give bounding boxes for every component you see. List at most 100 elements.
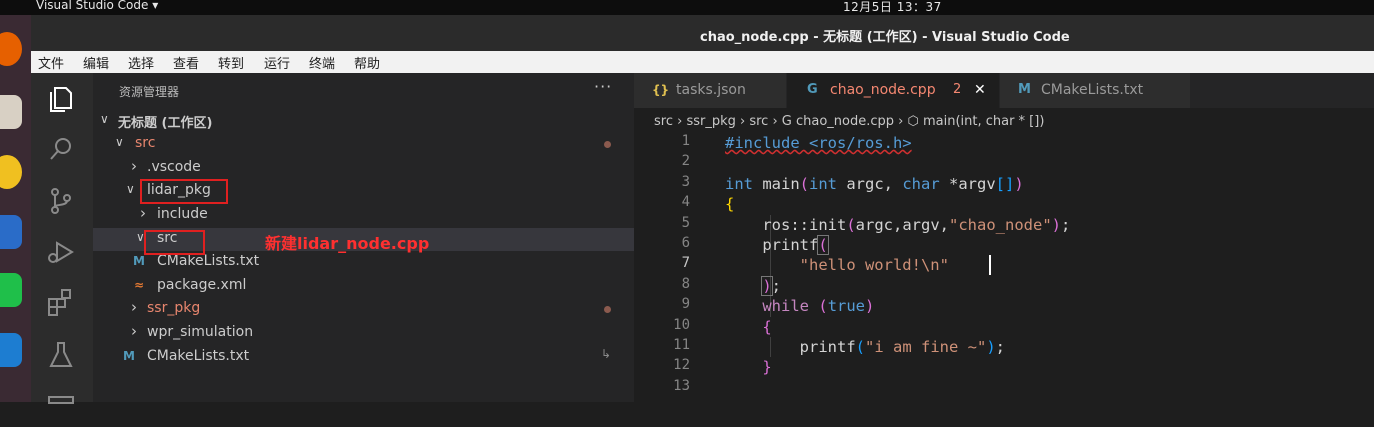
test-flask-icon[interactable]	[45, 339, 77, 371]
text-cursor	[989, 255, 991, 275]
modified-dot	[604, 141, 611, 148]
rss-xml-icon: ≈	[134, 278, 145, 292]
code-line: );	[761, 276, 782, 296]
tree-item-label: wpr_simulation	[147, 324, 254, 340]
menu-bar: 文件 编辑 选择 查看 转到 运行 终端 帮助	[31, 51, 1374, 73]
source-control-icon[interactable]	[45, 185, 77, 217]
tab-chao-node-cpp[interactable]: G chao_node.cpp 2 ✕	[787, 73, 999, 108]
dock	[0, 15, 31, 402]
menu-selection[interactable]: 选择	[128, 53, 154, 72]
accounts-icon[interactable]	[45, 391, 77, 423]
code-line: int main(int argc, char *argv[])	[725, 175, 1024, 193]
line-number: 2	[681, 153, 690, 169]
line-number: 4	[681, 194, 690, 210]
chevron-right-icon: ›	[131, 322, 137, 340]
cmake-icon: M	[133, 254, 145, 268]
extensions-icon[interactable]	[45, 287, 77, 319]
line-number: 10	[673, 317, 690, 333]
menu-go[interactable]: 转到	[218, 53, 244, 72]
tree-item-package-xml[interactable]: ≈ package.xml	[93, 275, 634, 298]
menu-edit[interactable]: 编辑	[83, 53, 109, 72]
cmake-icon: M	[1018, 82, 1031, 97]
firefox-icon[interactable]	[0, 32, 22, 66]
breadcrumb[interactable]: src › ssr_pkg › src › G chao_node.cpp › …	[654, 114, 1044, 129]
line-number: 1	[681, 133, 690, 149]
tree-item-label: include	[157, 206, 208, 222]
code-line: printf("i am fine ~");	[725, 338, 1006, 356]
menu-file[interactable]: 文件	[38, 53, 64, 72]
close-icon[interactable]: ✕	[974, 82, 986, 98]
menu-terminal[interactable]: 终端	[309, 53, 335, 72]
tree-item-label: ssr_pkg	[147, 300, 201, 316]
menu-help[interactable]: 帮助	[354, 53, 380, 72]
app-menu[interactable]: Visual Studio Code ▾	[36, 0, 158, 12]
code-line: }	[725, 358, 772, 376]
run-debug-icon[interactable]	[45, 236, 77, 268]
tab-tasks-json[interactable]: {} tasks.json	[634, 73, 787, 108]
cmake-icon: M	[123, 349, 135, 363]
explorer-title: 资源管理器	[119, 85, 180, 99]
line-number: 5	[681, 215, 690, 231]
chevron-right-icon: ›	[140, 204, 146, 222]
code-line: "hello world!\n"	[725, 256, 949, 274]
line-number: 7	[681, 255, 690, 271]
tree-item-label: 无标题 (工作区)	[118, 116, 213, 131]
tree-item-label: CMakeLists.txt	[147, 348, 250, 364]
line-number: 11	[673, 337, 690, 353]
window-title-bar: chao_node.cpp - 无标题 (工作区) - Visual Studi…	[31, 15, 1374, 51]
line-number: 13	[673, 378, 690, 394]
files-icon[interactable]	[45, 83, 77, 115]
tab-label: tasks.json	[676, 82, 746, 98]
line-number: 3	[681, 174, 690, 190]
activity-bar	[31, 73, 93, 404]
window-title: chao_node.cpp - 无标题 (工作区) - Visual Studi…	[700, 30, 1070, 45]
tree-item-include[interactable]: › include	[93, 204, 634, 227]
line-number: 12	[673, 357, 690, 373]
chevron-right-icon: ›	[131, 157, 137, 175]
highlight-box-lidar-pkg	[140, 179, 228, 204]
writer-icon[interactable]	[0, 215, 22, 249]
tree-item-vscode[interactable]: › .vscode	[93, 157, 634, 180]
system-top-bar: Visual Studio Code ▾ 12月5日 13：37	[0, 0, 1374, 15]
line-number: 8	[681, 276, 690, 292]
code-line: {	[725, 318, 772, 336]
chevron-down-icon: ∨	[115, 135, 124, 149]
chevron-down-icon: ∨	[100, 112, 109, 126]
more-actions-button[interactable]: ···	[594, 77, 612, 96]
menu-view[interactable]: 查看	[173, 53, 199, 72]
annotation-text: 新建lidar_node.cpp	[265, 234, 430, 253]
tab-cmakelists[interactable]: M CMakeLists.txt	[1000, 73, 1190, 108]
wechat-icon[interactable]	[0, 273, 22, 307]
code-editor[interactable]: #include <ros/ros.h> int main(int argc, …	[725, 133, 1070, 421]
code-line: {	[725, 195, 735, 213]
menu-run[interactable]: 运行	[264, 53, 290, 72]
tab-label: CMakeLists.txt	[1041, 82, 1144, 98]
problem-count-badge: 2	[953, 82, 962, 97]
line-number: 9	[681, 296, 690, 312]
tree-item-label: package.xml	[157, 277, 247, 293]
clock[interactable]: 12月5日 13：37	[843, 0, 942, 15]
chevron-down-icon: ∨	[126, 182, 135, 196]
search-icon[interactable]	[45, 133, 77, 165]
tree-item-label: src	[135, 135, 156, 151]
highlight-box-src	[144, 230, 205, 255]
tree-item-workspace[interactable]: ∨ 无标题 (工作区)	[93, 110, 634, 133]
tree-item-cmakelists-root[interactable]: M CMakeLists.txt ↳	[93, 346, 634, 369]
modified-dot	[604, 306, 611, 313]
files-app-icon[interactable]	[0, 95, 22, 129]
code-line: #include <ros/ros.h>	[725, 134, 912, 152]
tab-label: chao_node.cpp	[830, 82, 936, 98]
code-line: while (true)	[725, 297, 875, 315]
cpp-icon: G	[807, 82, 818, 97]
editor-area: {} tasks.json G chao_node.cpp 2 ✕ M CMak…	[634, 73, 1374, 402]
tree-item-src[interactable]: ∨ src	[93, 133, 634, 156]
tree-item-label: CMakeLists.txt	[157, 253, 260, 269]
vscode-dock-icon[interactable]	[0, 333, 22, 367]
tree-item-ssr-pkg[interactable]: › ssr_pkg	[93, 298, 634, 321]
code-line: ros::init(argc,argv,"chao_node");	[725, 216, 1071, 234]
symlink-icon: ↳	[601, 347, 612, 361]
code-line: printf(	[725, 235, 829, 255]
tree-item-wpr-simulation[interactable]: › wpr_simulation	[93, 322, 634, 345]
chevron-right-icon: ›	[131, 298, 137, 316]
rhythmbox-icon[interactable]	[0, 155, 22, 189]
